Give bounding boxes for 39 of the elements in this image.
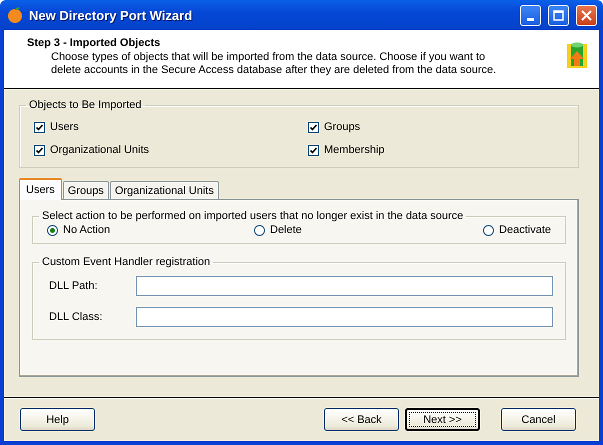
radio-label[interactable]: Deactivate — [499, 224, 551, 236]
tab[interactable]: Groups — [62, 181, 109, 199]
maximize-icon — [553, 10, 564, 20]
wizard-button[interactable]: Cancel — [501, 408, 576, 431]
minimize-icon — [527, 18, 534, 20]
tab[interactable]: Organizational Units — [110, 181, 219, 199]
step-description: Choose types of objects that will be imported from the data source. Choose if you want to delete accounts in the Secure Access database after they are deleted from the data source. — [51, 51, 498, 77]
app-icon — [6, 6, 24, 24]
group-title: Objects to Be Imported — [28, 99, 142, 111]
checkbox[interactable] — [34, 122, 45, 132]
wizard-button[interactable]: Next >> — [405, 408, 480, 431]
database-upload-icon — [565, 41, 589, 71]
tab[interactable]: Users — [19, 178, 62, 200]
field-label: DLL Class: — [49, 311, 104, 323]
input-field[interactable] — [136, 307, 553, 327]
checkbox-label[interactable]: Groups — [324, 121, 360, 133]
maximize-button[interactable] — [548, 4, 569, 26]
minimize-button[interactable] — [520, 4, 541, 26]
checkbox-label[interactable]: Membership — [324, 144, 385, 156]
radio-button[interactable] — [47, 224, 58, 236]
radio-label[interactable]: Delete — [270, 224, 302, 236]
group-title: Select action to be performed on imported users that no longer exist in the data source — [41, 210, 464, 222]
field-label: DLL Path: — [49, 280, 99, 292]
checkbox[interactable] — [308, 122, 319, 132]
radio-button[interactable] — [254, 224, 265, 236]
wizard-button[interactable]: Help — [20, 408, 95, 431]
checkbox[interactable] — [308, 144, 319, 156]
window-title: New Directory Port Wizard — [29, 8, 194, 22]
wizard-button[interactable]: << Back — [324, 408, 399, 431]
step-title: Step 3 - Imported Objects — [27, 37, 162, 49]
input-field[interactable] — [136, 276, 553, 296]
radio-button[interactable] — [483, 224, 494, 236]
checkbox-label[interactable]: Organizational Units — [50, 144, 150, 156]
group-title: Custom Event Handler registration — [41, 256, 212, 268]
close-icon — [581, 10, 592, 20]
checkbox[interactable] — [34, 144, 45, 156]
radio-label[interactable]: No Action — [63, 224, 110, 236]
close-button[interactable] — [576, 4, 597, 26]
checkbox-label[interactable]: Users — [50, 121, 79, 133]
